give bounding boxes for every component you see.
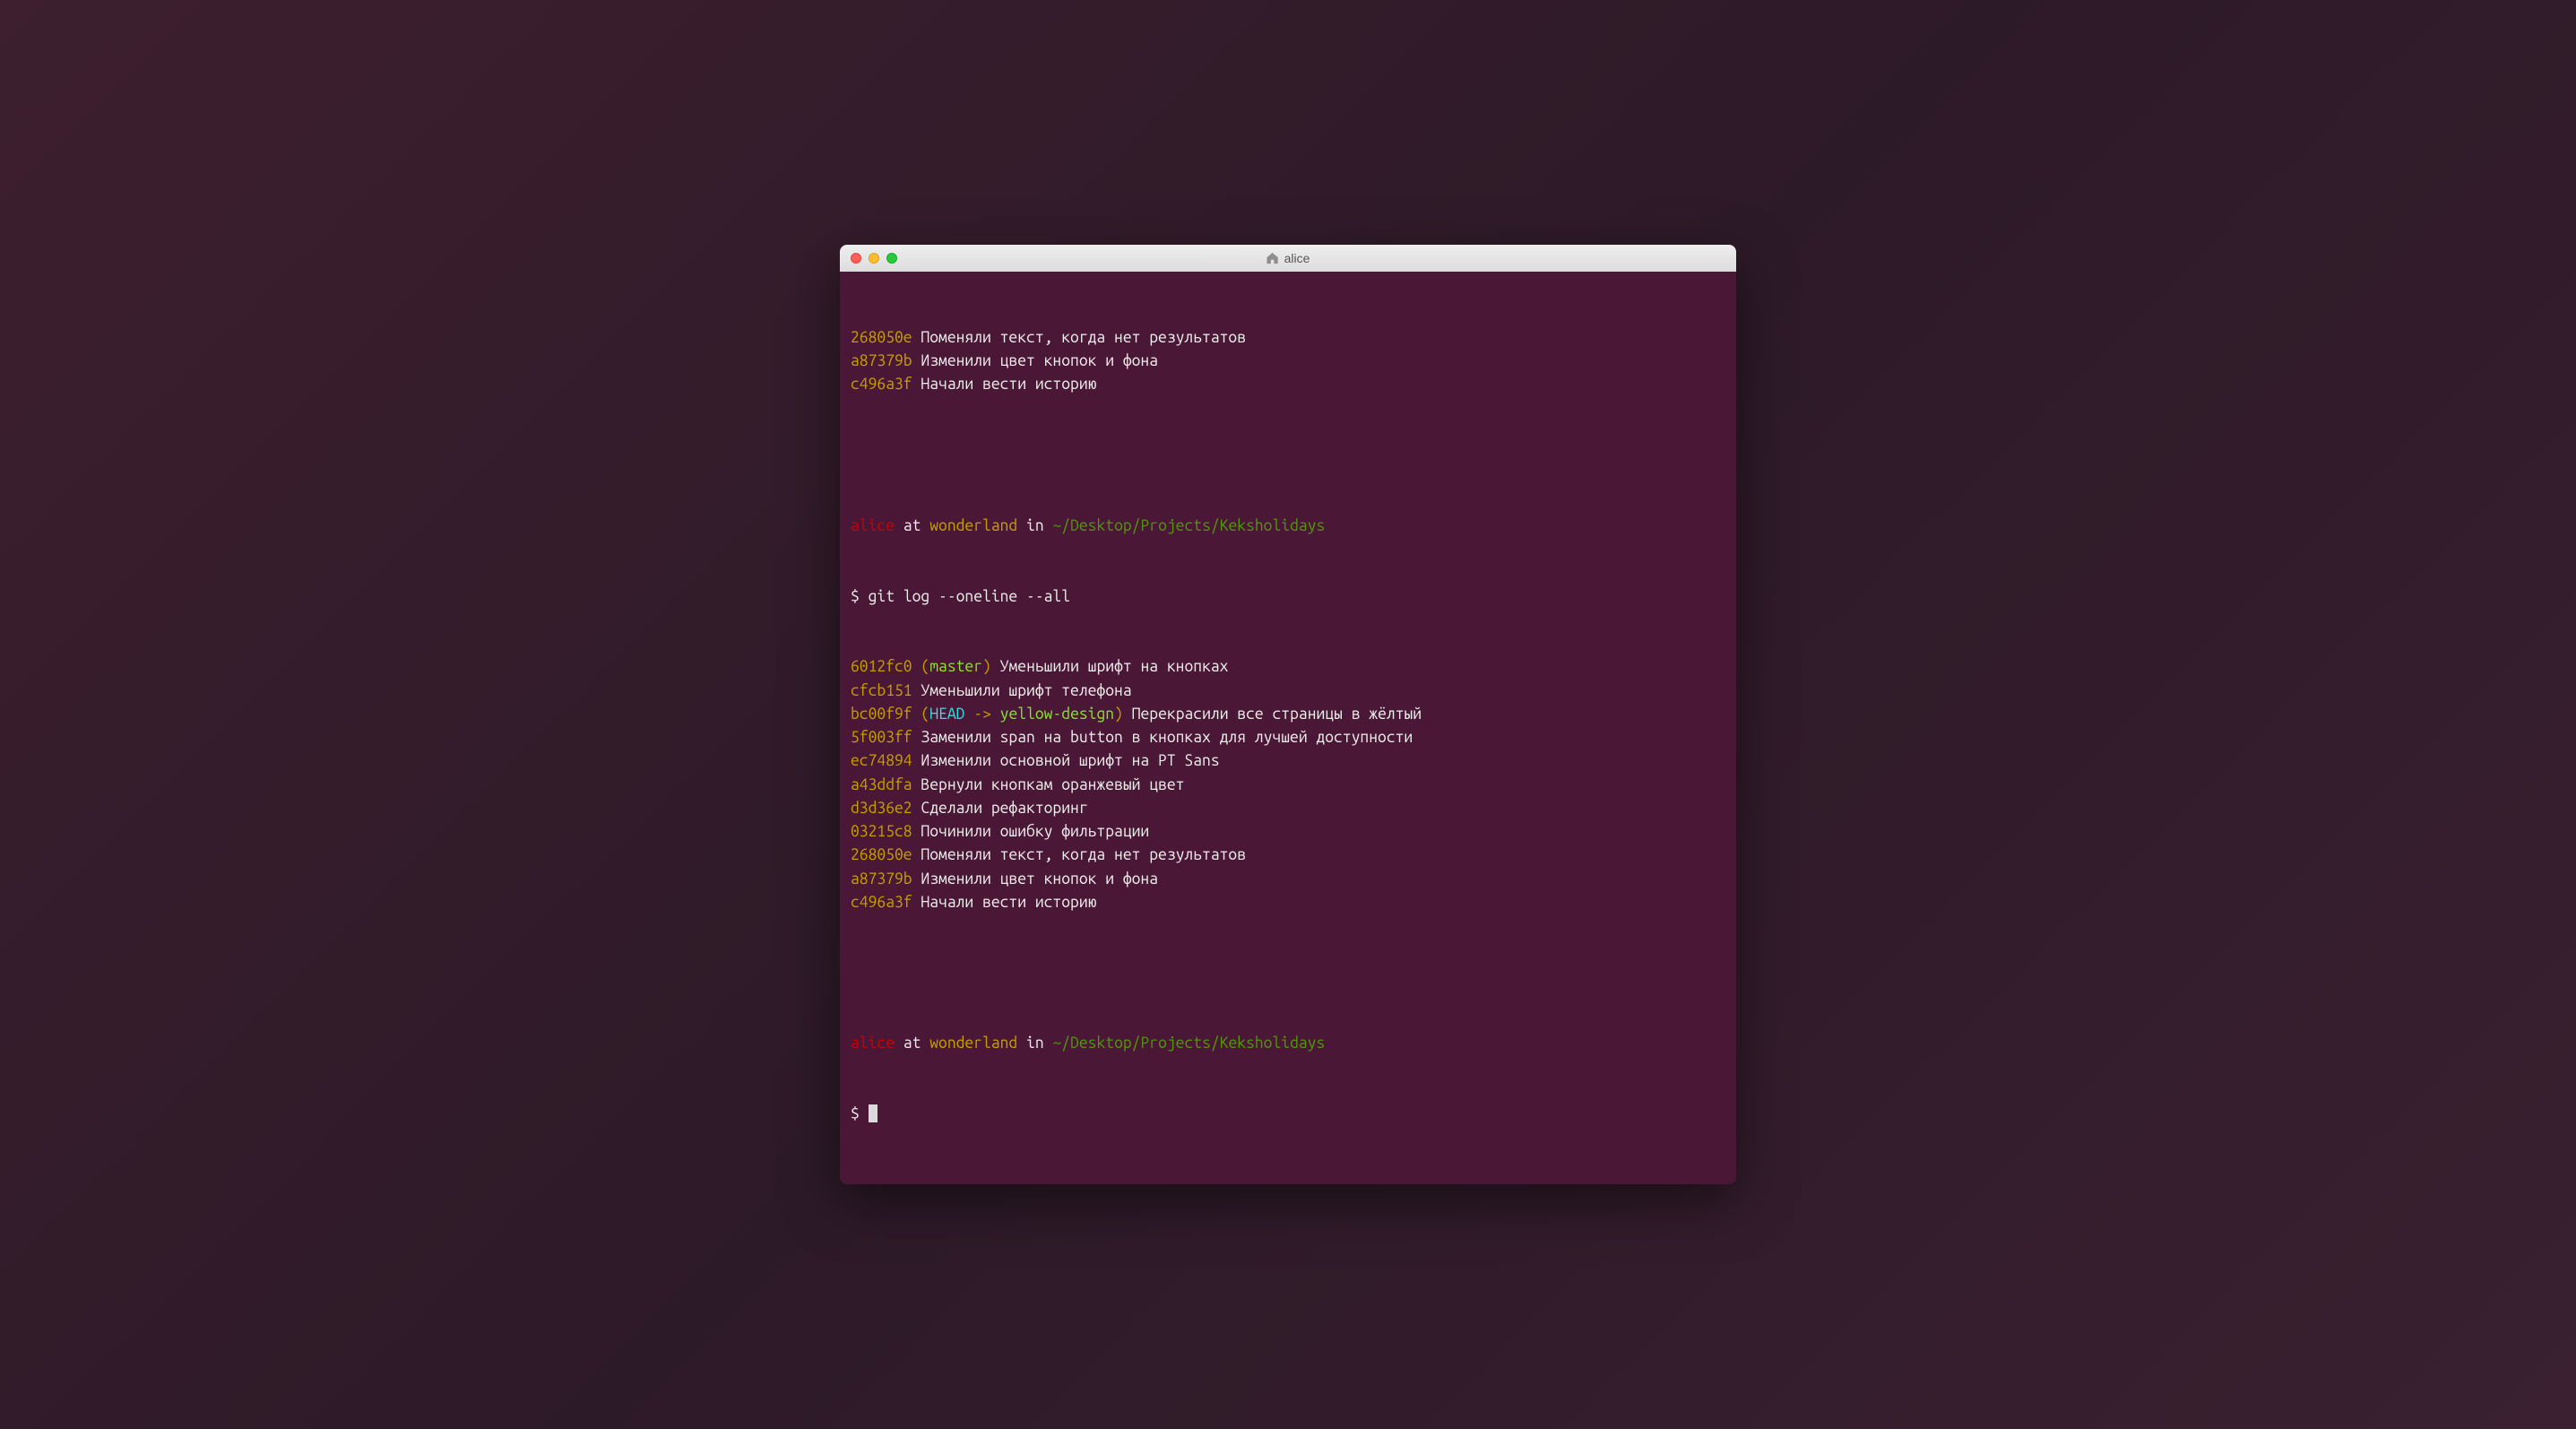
ref-head: HEAD [929,706,964,723]
commit-message: Поменяли текст, когда нет результатов [921,329,1246,346]
blank-line [851,962,1725,985]
commit-line: 268050e Поменяли текст, когда нет резуль… [851,326,1725,350]
commit-hash: c496a3f [851,376,912,393]
commit-message: Уменьшили шрифт на кнопках [1000,658,1229,675]
commit-line: a87379b Изменили цвет кнопок и фона [851,350,1725,373]
command-text: git log --oneline --all [869,588,1070,605]
prompt-symbol: $ [851,588,860,605]
prompt-user: alice [851,1035,895,1052]
ref-branch: master [929,658,982,675]
commit-hash: 03215c8 [851,823,912,840]
titlebar: alice [840,245,1736,272]
commit-line: c496a3f Начали вести историю [851,891,1725,914]
commit-message: Заменили span на button в кнопках для лу… [921,729,1413,746]
commit-hash: 5f003ff [851,729,912,746]
home-icon [1266,252,1279,264]
commit-line: ec74894 Изменили основной шрифт на PT Sa… [851,749,1725,773]
ref-open-paren: ( [921,658,929,675]
terminal-body[interactable]: 268050e Поменяли текст, когда нет резуль… [840,272,1736,1184]
commit-message: Сделали рефакторинг [921,800,1087,817]
prompt-path: ~/Desktop/Projects/Keksholidays [1052,1035,1325,1052]
commit-message: Поменяли текст, когда нет результатов [921,846,1246,863]
commit-hash: a43ddfa [851,776,912,793]
commit-hash: ec74894 [851,752,912,769]
commit-message: Починили ошибку фильтрации [921,823,1149,840]
ref-open-paren: ( [921,706,929,723]
commit-message: Начали вести историю [921,376,1096,393]
close-button[interactable] [851,253,861,264]
commit-message: Перекрасили все страницы в жёлтый [1132,706,1422,723]
traffic-lights [851,253,897,264]
prompt-line-1: alice at wonderland in ~/Desktop/Project… [851,515,1725,538]
commit-line: 5f003ff Заменили span на button в кнопка… [851,726,1725,749]
window-title: alice [1284,251,1310,265]
commit-hash: 268050e [851,846,912,863]
ref-close-paren: ) [1114,706,1123,723]
commit-hash: 6012fc0 [851,658,912,675]
commit-line: cfcb151 Уменьшили шрифт телефона [851,680,1725,703]
minimize-button[interactable] [869,253,879,264]
git-log-output: 6012fc0 (master) Уменьшили шрифт на кноп… [851,655,1725,914]
prompt-path: ~/Desktop/Projects/Keksholidays [1052,517,1325,534]
current-prompt-line[interactable]: $ [851,1103,1725,1126]
commit-message: Изменили основной шрифт на PT Sans [921,752,1219,769]
ref-arrow: -> [973,706,991,723]
blank-line [851,444,1725,467]
prompt-user: alice [851,517,895,534]
commit-hash: a87379b [851,352,912,369]
ref-close-paren: ) [982,658,991,675]
commit-line: 268050e Поменяли текст, когда нет резуль… [851,844,1725,867]
commit-message: Изменили цвет кнопок и фона [921,352,1158,369]
prompt-in: in [1026,1035,1044,1052]
command-line: $ git log --oneline --all [851,585,1725,609]
commit-line: bc00f9f (HEAD -> yellow-design) Перекрас… [851,703,1725,726]
commit-hash: 268050e [851,329,912,346]
commit-hash: c496a3f [851,894,912,911]
prompt-at: at [903,1035,921,1052]
commit-line: a43ddfa Вернули кнопкам оранжевый цвет [851,774,1725,797]
commit-line: 6012fc0 (master) Уменьшили шрифт на кноп… [851,655,1725,679]
commit-line: c496a3f Начали вести историю [851,373,1725,396]
terminal-window: alice 268050e Поменяли текст, когда нет … [840,245,1736,1184]
commit-message: Уменьшили шрифт телефона [921,682,1131,699]
cursor [869,1104,877,1122]
commit-line: d3d36e2 Сделали рефакторинг [851,797,1725,820]
commit-hash: cfcb151 [851,682,912,699]
window-title-area: alice [1266,251,1310,265]
prompt-in: in [1026,517,1044,534]
previous-log-output: 268050e Поменяли текст, когда нет резуль… [851,326,1725,397]
prompt-line-2: alice at wonderland in ~/Desktop/Project… [851,1032,1725,1055]
commit-message: Начали вести историю [921,894,1096,911]
commit-line: a87379b Изменили цвет кнопок и фона [851,868,1725,891]
commit-message: Вернули кнопкам оранжевый цвет [921,776,1184,793]
commit-hash: a87379b [851,870,912,888]
prompt-host: wonderland [929,1035,1017,1052]
prompt-at: at [903,517,921,534]
commit-hash: bc00f9f [851,706,912,723]
commit-hash: d3d36e2 [851,800,912,817]
ref-branch: yellow-design [1000,706,1114,723]
commit-message: Изменили цвет кнопок и фона [921,870,1158,888]
commit-line: 03215c8 Починили ошибку фильтрации [851,820,1725,844]
maximize-button[interactable] [886,253,897,264]
prompt-host: wonderland [929,517,1017,534]
prompt-symbol: $ [851,1105,860,1122]
